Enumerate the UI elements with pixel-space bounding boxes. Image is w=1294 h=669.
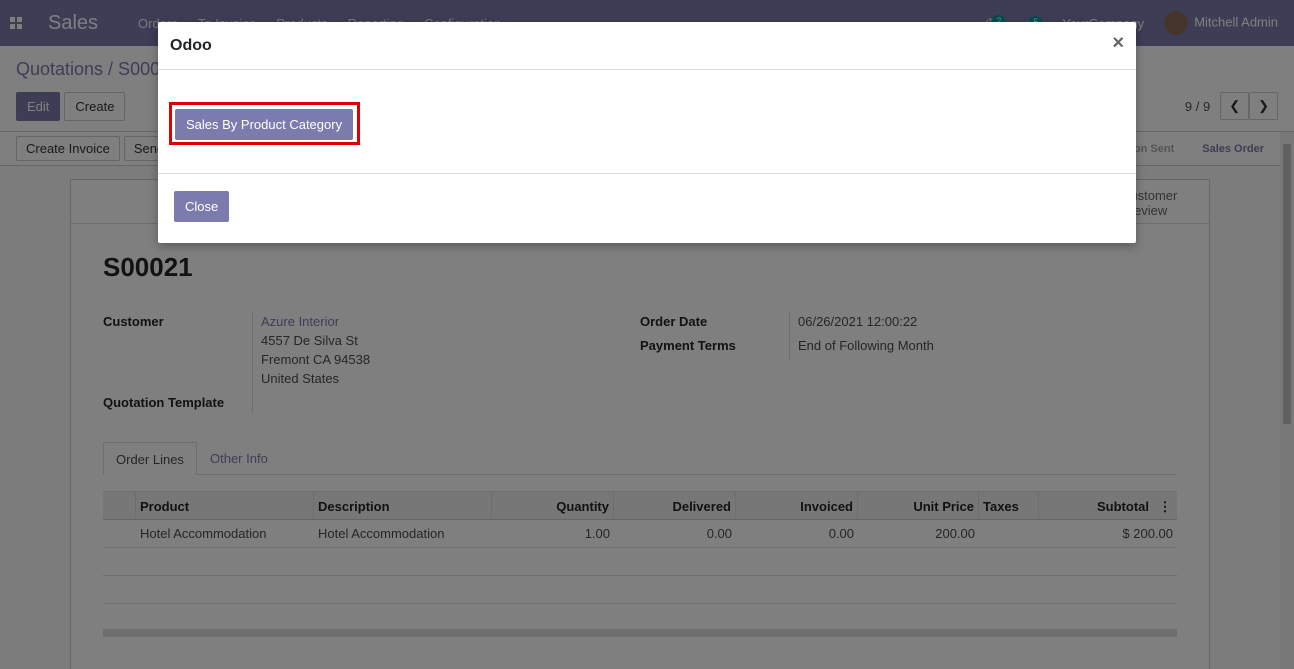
dialog-header: Odoo × [158, 22, 1136, 70]
dialog-body: Sales By Product Category [158, 70, 1136, 174]
close-icon[interactable]: × [1112, 32, 1124, 55]
close-button[interactable]: Close [174, 191, 230, 222]
dialog: Odoo × Sales By Product Category Close [158, 22, 1136, 243]
highlight-box: Sales By Product Category [169, 102, 360, 145]
sales-by-product-category-button[interactable]: Sales By Product Category [175, 109, 354, 140]
dialog-footer: Close [158, 174, 1136, 242]
dialog-title: Odoo [170, 36, 212, 54]
